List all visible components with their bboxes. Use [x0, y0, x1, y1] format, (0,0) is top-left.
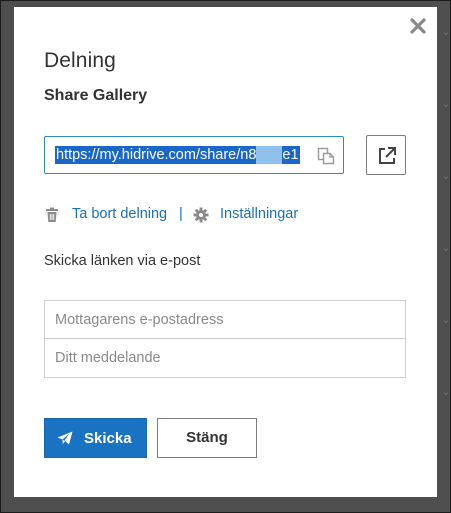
message-input[interactable]: Ditt meddelande: [45, 339, 405, 377]
email-section-label: Skicka länken via e-post: [44, 253, 201, 269]
close-icon[interactable]: [408, 16, 428, 36]
dialog-title: Delning: [44, 49, 116, 72]
share-link-url-start: https://my.hidrive.com/share/n8: [56, 147, 257, 163]
background-chevron-icon: ⌄: [441, 168, 451, 182]
send-button[interactable]: Skicka: [44, 418, 147, 458]
share-link-field[interactable]: https://my.hidrive.com/share/n8 e1: [44, 136, 344, 174]
share-dialog: Delning Share Gallery https://my.hidrive…: [14, 7, 437, 497]
background-chevron-icon: ⌄: [441, 312, 451, 326]
background-chevron-icon: ⌄: [441, 24, 451, 38]
open-link-button[interactable]: [366, 135, 406, 175]
separator: |: [179, 206, 183, 222]
copy-icon[interactable]: [316, 146, 336, 166]
share-link-url-end: e1: [282, 147, 299, 163]
background-chevron-icon: ⌄: [441, 96, 451, 110]
send-button-label: Skicka: [84, 430, 132, 447]
gear-icon: [193, 207, 209, 223]
email-form: Mottagarens e-postadress Ditt meddelande: [44, 300, 406, 378]
paper-plane-icon: [57, 431, 73, 445]
redacted-segment: [256, 146, 283, 164]
external-link-icon: [379, 147, 396, 164]
background-chevron-icon: ⌄: [441, 384, 451, 398]
remove-share-link[interactable]: Ta bort delning: [72, 206, 167, 222]
share-link-url[interactable]: https://my.hidrive.com/share/n8 e1: [55, 146, 300, 164]
dialog-subtitle: Share Gallery: [44, 87, 148, 104]
background-chevron-icon: ⌄: [441, 240, 451, 254]
recipient-email-input[interactable]: Mottagarens e-postadress: [45, 301, 405, 339]
trash-icon: [46, 207, 58, 222]
close-button[interactable]: Stäng: [157, 418, 257, 458]
settings-link[interactable]: Inställningar: [220, 206, 298, 222]
